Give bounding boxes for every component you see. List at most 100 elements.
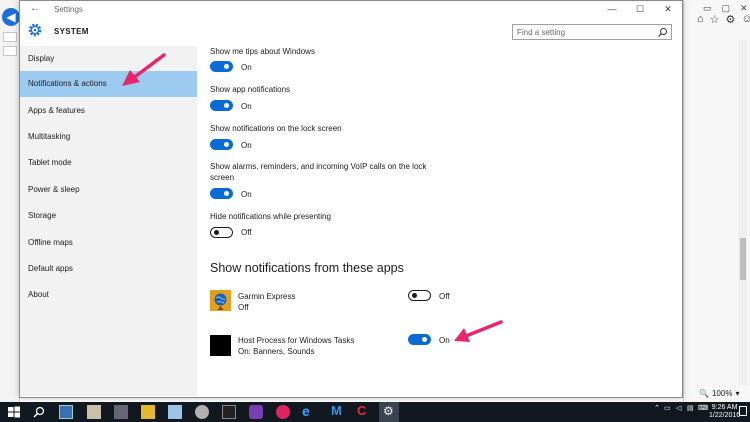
- setting-label-lock-screen: Show notifications on the lock screen: [210, 124, 342, 133]
- clock-time: 9:26 AM: [711, 404, 738, 411]
- back-arrow-icon[interactable]: ←: [30, 3, 40, 14]
- gear-icon: [28, 23, 42, 37]
- settings-taskbar-button[interactable]: ⚙: [379, 402, 399, 422]
- garmin-globe-icon: [210, 290, 231, 311]
- home-icon[interactable]: ⌂: [697, 13, 704, 26]
- app-icon[interactable]: [168, 405, 182, 419]
- toggle-knob: [224, 103, 229, 108]
- browser-toolbar-icons: ⌂ ☆ ⚙ ☺: [697, 13, 750, 26]
- sidebar-item-default-apps[interactable]: Default apps: [20, 256, 197, 282]
- apps-section-heading: Show notifications from these apps: [210, 261, 404, 275]
- app-status-garmin: Off: [238, 303, 249, 312]
- task-view-icon[interactable]: [59, 405, 73, 419]
- settings-content: Show me tips about Windows On Show app n…: [197, 46, 682, 396]
- sidebar-item-tablet-mode[interactable]: Tablet mode: [20, 150, 197, 176]
- browser-tab-stub[interactable]: [3, 46, 17, 56]
- toggle-lock-screen[interactable]: [210, 139, 233, 150]
- app-name-host-process: Host Process for Windows Tasks: [238, 336, 355, 345]
- browser-scrollbar-thumb[interactable]: [740, 238, 746, 280]
- volume-icon[interactable]: ◁: [676, 404, 681, 412]
- toggle-knob: [224, 191, 229, 196]
- toggle-knob: [224, 142, 229, 147]
- sidebar-item-display[interactable]: Display: [20, 46, 197, 72]
- sidebar-item-apps-features[interactable]: Apps & features: [20, 98, 197, 124]
- setting-label-presenting: Hide notifications while presenting: [210, 212, 331, 221]
- action-center-icon[interactable]: [739, 406, 747, 416]
- app-icon[interactable]: [276, 405, 290, 419]
- toggle-state: On: [241, 63, 252, 72]
- sidebar-item-multitasking[interactable]: Multitasking: [20, 124, 197, 150]
- toggle-host-process[interactable]: [408, 334, 431, 345]
- toggle-knob: [214, 230, 219, 235]
- search-icon[interactable]: [657, 27, 668, 38]
- toggle-app-notifications[interactable]: [210, 100, 233, 111]
- setting-label-alarms-line2: screen: [210, 173, 235, 182]
- search-placeholder: Find a setting: [517, 28, 566, 37]
- toggle-state: On: [241, 190, 252, 199]
- ccleaner-icon[interactable]: C: [357, 403, 373, 418]
- app-name-garmin: Garmin Express: [238, 292, 296, 301]
- browser-zoom-control[interactable]: 🔍 100% ▾: [699, 389, 739, 398]
- toggle-state: On: [241, 102, 252, 111]
- toggle-knob: [224, 64, 229, 69]
- zoom-icon: 🔍: [699, 389, 709, 398]
- toggle-state: Off: [241, 228, 252, 237]
- network-icon[interactable]: ▤: [687, 404, 694, 412]
- close-button[interactable]: ✕: [654, 1, 682, 18]
- sidebar-nav: Display Notifications & actions Apps & f…: [20, 46, 197, 396]
- search-icon[interactable]: [32, 405, 46, 419]
- setting-label-app-notifications: Show app notifications: [210, 85, 291, 94]
- command-prompt-icon[interactable]: [222, 405, 236, 419]
- app-icon[interactable]: [114, 405, 128, 419]
- windows-start-icon[interactable]: [7, 405, 21, 419]
- sidebar-item-offline-maps[interactable]: Offline maps: [20, 230, 197, 256]
- edge-browser-icon[interactable]: e: [302, 403, 318, 419]
- toggle-alarms[interactable]: [210, 188, 233, 199]
- battery-icon[interactable]: ▭: [664, 404, 671, 412]
- toggle-knob: [422, 337, 427, 342]
- pointer-arrow-icon: [454, 320, 503, 342]
- gear-icon: ⚙: [383, 404, 394, 418]
- window-title: Settings: [54, 5, 83, 14]
- tools-gear-icon[interactable]: ⚙: [726, 13, 736, 26]
- app-status-host-process: On: Banners, Sounds: [238, 347, 315, 356]
- clock-date: 1/22/2016: [709, 412, 741, 419]
- browser-scrollbar[interactable]: [738, 40, 747, 385]
- sidebar-item-power-sleep[interactable]: Power & sleep: [20, 177, 197, 203]
- toggle-state: Off: [439, 292, 450, 301]
- browser-back-icon[interactable]: ◀: [2, 8, 20, 26]
- system-clock[interactable]: 9:26 AM 1/22/2016: [709, 404, 740, 420]
- setting-label-alarms-line1: Show alarms, reminders, and incoming VoI…: [210, 162, 427, 171]
- sidebar-item-storage[interactable]: Storage: [20, 203, 197, 229]
- malwarebytes-icon[interactable]: M: [331, 403, 347, 418]
- maximize-button[interactable]: ☐: [626, 1, 654, 18]
- browser-tab-stub[interactable]: [3, 32, 17, 42]
- keyboard-icon[interactable]: ⌨: [698, 404, 708, 412]
- toggle-knob: [412, 293, 417, 298]
- sidebar-item-notifications-actions[interactable]: Notifications & actions: [20, 71, 197, 97]
- page-title: SYSTEM: [54, 27, 89, 36]
- toggle-garmin[interactable]: [408, 290, 431, 301]
- app-icon[interactable]: [249, 405, 263, 419]
- search-input[interactable]: Find a setting: [512, 24, 672, 40]
- toggle-state: On: [439, 336, 450, 345]
- toggle-presenting[interactable]: [210, 227, 233, 238]
- app-icon[interactable]: [195, 405, 209, 419]
- setting-label-tips: Show me tips about Windows: [210, 47, 315, 56]
- smiley-icon[interactable]: ☺: [741, 13, 750, 26]
- settings-header: SYSTEM Find a setting: [20, 18, 682, 46]
- tray-chevron-icon[interactable]: ⌃: [654, 404, 660, 412]
- chevron-down-icon: ▾: [735, 389, 740, 398]
- toggle-tips[interactable]: [210, 61, 233, 72]
- taskbar: e M C ⚙ ⌃ ▭ ◁ ▤ ⌨ 9:26 AM 1/22/2016: [0, 402, 750, 422]
- browser-left-strip: ◀: [0, 0, 20, 402]
- file-explorer-icon[interactable]: [141, 405, 155, 419]
- toggle-state: On: [241, 141, 252, 150]
- zoom-level: 100%: [711, 389, 733, 398]
- favorites-star-icon[interactable]: ☆: [710, 13, 720, 26]
- host-process-icon: [210, 335, 231, 356]
- title-bar: ← Settings — ☐ ✕: [20, 1, 682, 18]
- sidebar-item-about[interactable]: About: [20, 282, 197, 308]
- app-icon[interactable]: [87, 405, 101, 419]
- minimize-button[interactable]: —: [598, 1, 626, 18]
